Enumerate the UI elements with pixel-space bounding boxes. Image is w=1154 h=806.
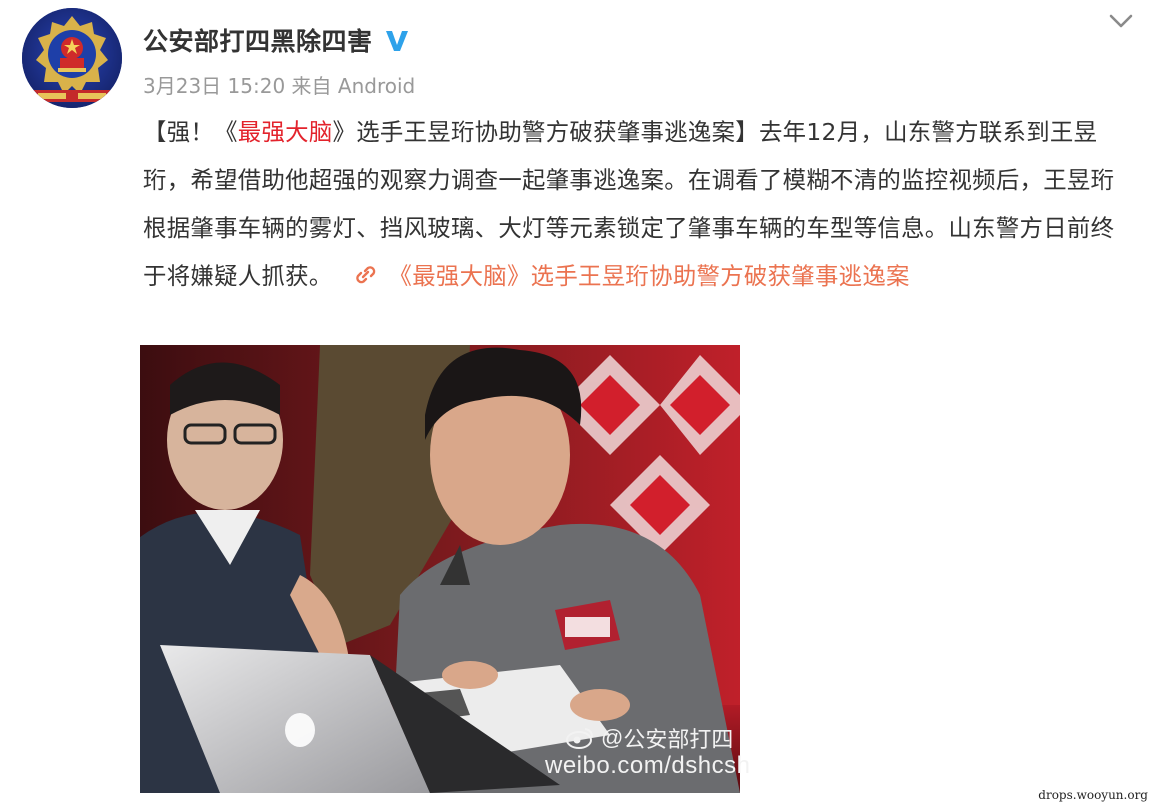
site-watermark: drops.wooyun.org [1028,785,1154,806]
title-open: 【强！《 [143,118,238,146]
highlight-keyword[interactable]: 最强大脑 [238,118,333,146]
image-watermark-brand: @ 公安部打四 [565,722,733,754]
title-rest: 》选手王昱珩协助警方破获肇事逃逸案】 [332,118,759,146]
police-emblem-icon [22,8,122,108]
weibo-logo-icon [566,728,593,749]
author-name[interactable]: 公安部打四黑除四害 [143,22,373,58]
chevron-down-icon[interactable] [1108,8,1134,34]
source-prefix: 来自 [291,74,332,98]
watermark-brand: 公安部打四 [623,727,734,752]
article-link[interactable]: 《最强大脑》选手王昱珩协助警方破获肇事逃逸案 [389,262,910,290]
avatar[interactable] [22,8,122,108]
post-text: 【强！《最强大脑》选手王昱珩协助警方破获肇事逃逸案】去年12月，山东警方联系到王… [143,108,1133,300]
link-icon[interactable] [351,263,379,287]
post-date[interactable]: 3月23日 15:20 [143,74,285,98]
post-meta: 3月23日 15:20 来自 Android [143,70,415,99]
watermark-url: weibo.com/dshcsh [545,752,751,779]
verified-v-icon [385,31,408,51]
post-source[interactable]: Android [338,74,415,98]
